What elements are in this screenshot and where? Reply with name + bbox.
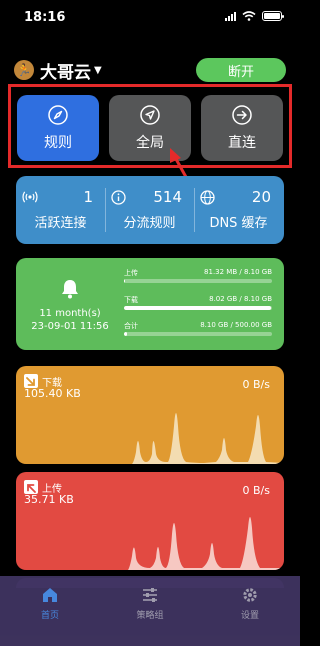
download-arrow-icon xyxy=(24,374,38,388)
usage-upload-row: 上传 81.32 MB / 8.10 GB xyxy=(124,268,272,290)
tab-label: 设置 xyxy=(240,611,259,621)
tab-label: 策略组 xyxy=(136,611,164,621)
progress-track xyxy=(124,279,272,283)
upload-card[interactable]: 上传 35.71 KB 0 B/s xyxy=(16,472,284,570)
progress-fill xyxy=(124,332,127,336)
home-icon xyxy=(43,588,57,602)
upload-arrow-icon xyxy=(24,480,38,494)
usage-value: 8.02 GB / 8.10 GB xyxy=(209,295,272,303)
tab-policy-groups[interactable]: 策略组 xyxy=(100,586,200,621)
progress-track xyxy=(124,306,272,310)
tab-label: 首页 xyxy=(40,611,59,621)
tab-home[interactable]: 首页 xyxy=(0,586,100,621)
antenna-icon xyxy=(22,191,38,203)
upload-total: 35.71 KB xyxy=(24,493,74,506)
stat-dns-cache[interactable]: 20 DNS 缓存 xyxy=(194,186,283,234)
mode-rule-button[interactable]: 规则 xyxy=(17,95,99,161)
progress-fill xyxy=(124,306,271,310)
stat-value: 514 xyxy=(153,188,182,206)
status-bar: 18:16 xyxy=(0,0,300,34)
mode-global-button[interactable]: 全局 xyxy=(109,95,191,161)
usage-total-row: 合计 8.10 GB / 500.00 GB xyxy=(124,321,272,343)
stats-card[interactable]: 1 活跃连接 514 分流规则 20 DNS 缓存 xyxy=(16,176,284,244)
mode-direct-button[interactable]: 直连 xyxy=(201,95,283,161)
sliders-icon xyxy=(143,588,157,602)
compass-icon xyxy=(48,105,68,125)
mode-rule-label: 规则 xyxy=(44,135,72,151)
stat-label: DNS 缓存 xyxy=(209,216,268,231)
globe-icon xyxy=(200,190,215,205)
stat-active-connections[interactable]: 1 活跃连接 xyxy=(16,186,105,234)
cellular-signal-icon xyxy=(225,11,236,21)
usage-download-row: 下载 8.02 GB / 8.10 GB xyxy=(124,295,272,317)
status-icons xyxy=(225,11,284,21)
chevron-down-icon[interactable]: ▼ xyxy=(94,65,102,76)
arrow-right-circle-icon xyxy=(232,105,252,125)
plan-expiry: 23-09-01 11:56 xyxy=(31,321,109,332)
tab-bar: 首页 策略组 设置 xyxy=(0,576,300,646)
plan-duration: 11 month(s) xyxy=(39,308,101,319)
stat-label: 分流规则 xyxy=(123,216,176,231)
download-card[interactable]: 下载 105.40 KB 0 B/s xyxy=(16,366,284,464)
mode-selector-highlight: 规则 全局 直连 xyxy=(8,84,292,168)
mode-direct-label: 直连 xyxy=(228,135,256,151)
profile-selector[interactable]: 大哥云 xyxy=(40,58,91,83)
usage-value: 8.10 GB / 500.00 GB xyxy=(200,321,272,329)
gear-icon xyxy=(243,588,257,602)
info-icon xyxy=(111,190,126,205)
app-logo-icon: 🏃 xyxy=(14,60,34,80)
progress-fill xyxy=(124,279,126,283)
progress-track xyxy=(124,332,272,336)
status-time: 18:16 xyxy=(24,10,66,25)
usage-label: 合计 xyxy=(124,322,138,330)
header: 🏃 大哥云 ▼ 断开 xyxy=(14,56,286,84)
stat-label: 活跃连接 xyxy=(34,216,87,231)
stat-rules[interactable]: 514 分流规则 xyxy=(105,186,194,234)
wifi-icon xyxy=(242,11,256,21)
stat-value: 1 xyxy=(83,188,93,206)
battery-icon xyxy=(262,11,284,21)
upload-rate: 0 B/s xyxy=(242,484,270,497)
download-rate: 0 B/s xyxy=(242,378,270,391)
bell-icon xyxy=(62,280,78,299)
download-total: 105.40 KB xyxy=(24,387,81,400)
navigation-icon xyxy=(140,105,160,125)
usage-value: 81.32 MB / 8.10 GB xyxy=(204,268,272,276)
mode-global-label: 全局 xyxy=(136,135,164,151)
usage-label: 下载 xyxy=(124,296,138,304)
usage-card[interactable]: 11 month(s) 23-09-01 11:56 上传 81.32 MB /… xyxy=(16,258,284,350)
disconnect-button[interactable]: 断开 xyxy=(196,58,286,82)
tab-settings[interactable]: 设置 xyxy=(200,586,300,621)
stat-value: 20 xyxy=(251,188,271,206)
usage-label: 上传 xyxy=(124,269,138,277)
